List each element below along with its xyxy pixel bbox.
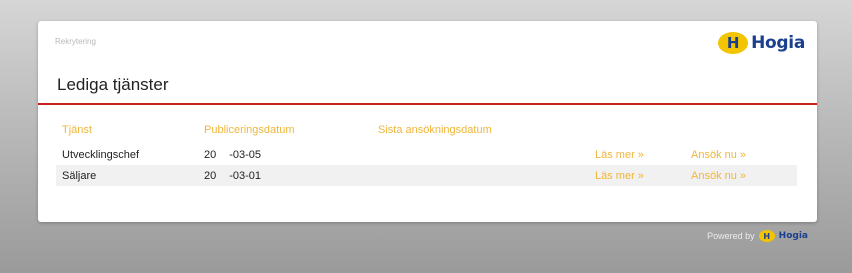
header-read-more — [589, 124, 685, 144]
powered-by[interactable]: Powered by H Hogia — [707, 230, 808, 242]
date-prefix: 20 — [204, 148, 217, 161]
date-suffix: -03-05 — [229, 148, 262, 161]
header-published[interactable]: Publiceringsdatum — [198, 124, 372, 144]
apply-link[interactable]: Ansök nu » — [685, 144, 797, 165]
title-divider — [38, 103, 817, 105]
header-apply — [685, 124, 797, 144]
header-last-date[interactable]: Sista ansökningsdatum — [372, 124, 589, 144]
apply-link[interactable]: Ansök nu » — [685, 165, 797, 186]
job-title: Säljare — [56, 165, 198, 186]
page-title: Lediga tjänster — [57, 75, 169, 94]
last-date — [372, 144, 589, 165]
published-date: 20 -03-01 — [198, 165, 372, 186]
published-date: 20 -03-05 — [198, 144, 372, 165]
mini-logo-letter: H — [763, 231, 771, 241]
jobs-table: Tjänst Publiceringsdatum Sista ansökning… — [56, 124, 797, 186]
job-title: Utvecklingschef — [62, 148, 140, 161]
header-title[interactable]: Tjänst — [56, 124, 198, 144]
breadcrumb[interactable]: Rekrytering — [55, 37, 96, 46]
last-date — [372, 165, 589, 186]
mini-logo-text: Hogia — [778, 231, 808, 241]
hogia-logo[interactable]: H Hogia — [718, 32, 805, 54]
date-suffix: -03-01 — [229, 169, 262, 182]
logo-text: Hogia — [751, 33, 805, 53]
date-prefix: 20 — [204, 169, 217, 182]
table-row: Säljare 20 -03-01 Läs mer » Ansök nu » — [56, 165, 797, 186]
hogia-logo-icon: H — [718, 32, 749, 54]
table-row: Utvecklingschef 20 -03-05 Läs mer » Ansök… — [56, 144, 797, 165]
table-header-row: Tjänst Publiceringsdatum Sista ansökning… — [56, 124, 797, 144]
logo-mark-letter: H — [726, 33, 740, 52]
read-more-link[interactable]: Läs mer » — [589, 165, 685, 186]
powered-by-label: Powered by — [707, 231, 755, 241]
job-listing-card: Rekrytering H Hogia Lediga tjänster Tjän… — [38, 21, 817, 222]
hogia-mini-logo-icon: H — [758, 230, 775, 242]
read-more-link[interactable]: Läs mer » — [589, 144, 685, 165]
